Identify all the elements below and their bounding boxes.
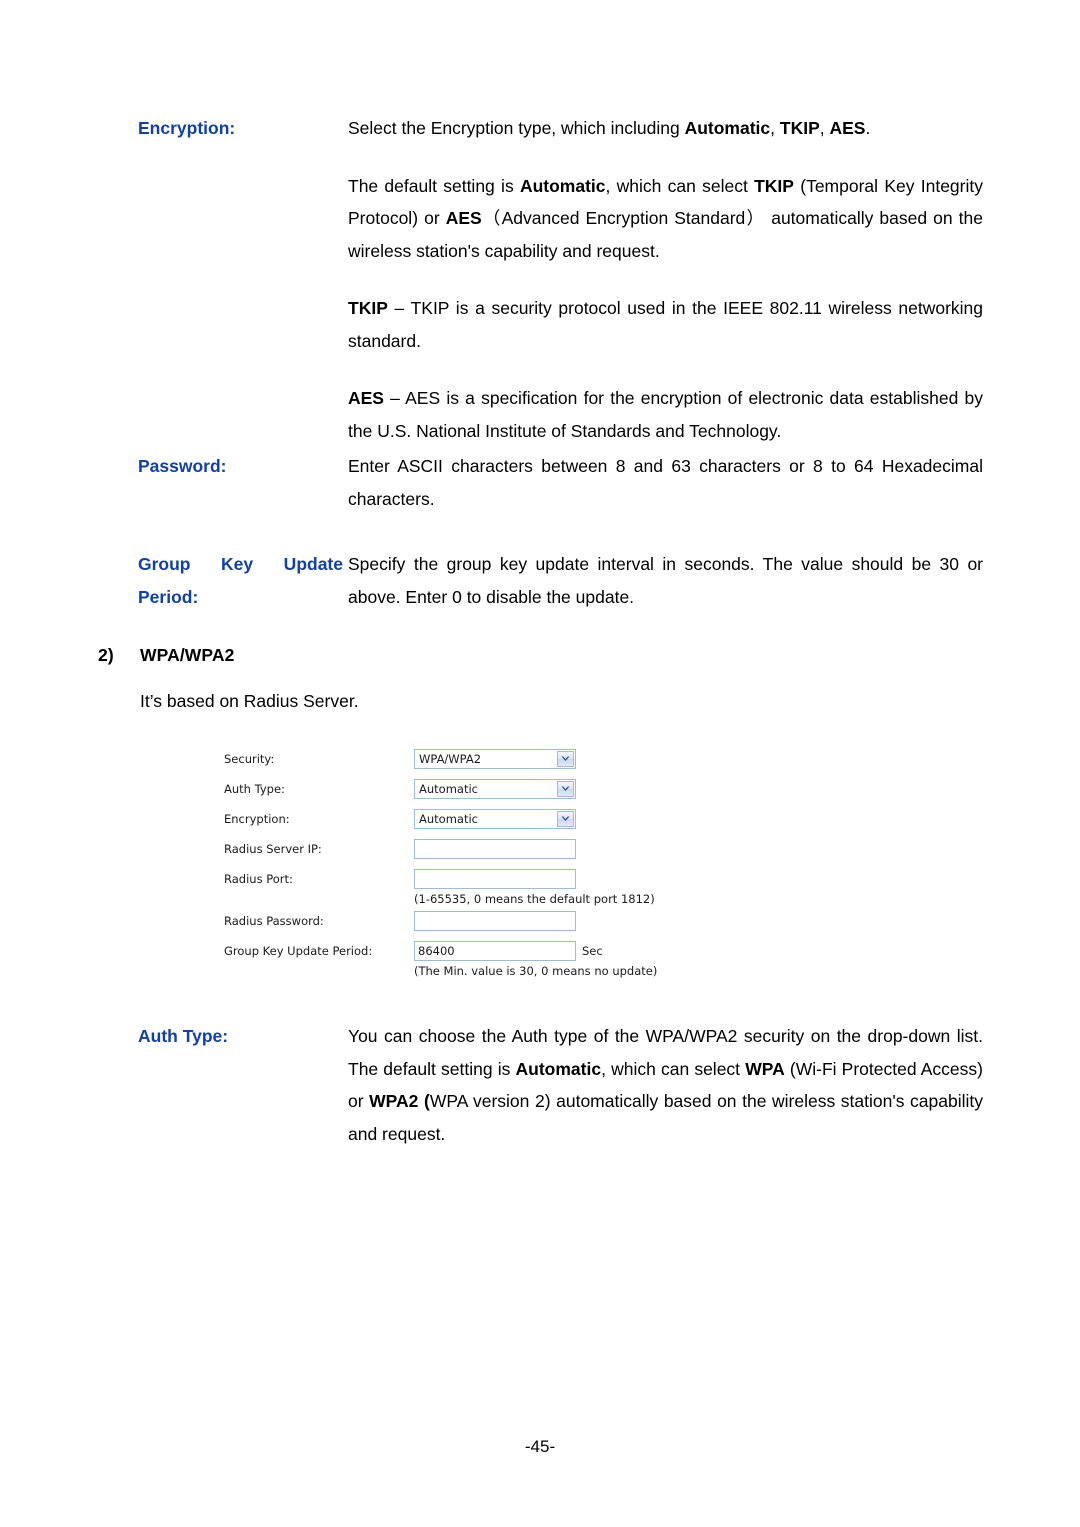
form-label-group-key-update-period: Group Key Update Period: xyxy=(224,944,373,958)
security-dropdown-value: WPA/WPA2 xyxy=(419,752,482,766)
radius-port-wrap xyxy=(414,869,576,889)
definition-body-auth-type: You can choose the Auth type of the WPA/… xyxy=(348,1020,983,1150)
radius-password-input[interactable] xyxy=(414,911,576,931)
radius-server-ip-wrap xyxy=(414,839,576,859)
radius-password-wrap xyxy=(414,911,576,931)
auth-type-dropdown-wrap: Automatic xyxy=(414,779,576,799)
section-heading-index: 2) xyxy=(98,645,114,665)
router-security-settings-screenshot: Security: WPA/WPA2 Auth Type: Automatic xyxy=(172,738,717,980)
definition-label-line-1: Group Key Update xyxy=(138,554,343,574)
form-row-group-key-update-period: Group Key Update Period: 86400 Sec xyxy=(172,940,717,962)
paragraph: Specify the group key update interval in… xyxy=(348,554,983,607)
page-number: -45- xyxy=(524,1437,556,1456)
hint-radius-port: (1-65535, 0 means the default port 1812) xyxy=(414,892,655,906)
form-label-encryption: Encryption: xyxy=(224,812,290,826)
definition-body-password: Enter ASCII characters between 8 and 63 … xyxy=(348,450,983,515)
form-label-auth-type: Auth Type: xyxy=(224,782,285,796)
group-key-update-period-input[interactable]: 86400 xyxy=(414,941,576,961)
group-key-update-period-value: 86400 xyxy=(418,944,455,958)
document-page: Encryption: Select the Encryption type, … xyxy=(0,0,1080,1527)
chevron-down-icon[interactable] xyxy=(557,751,574,767)
hint-group-key-update-period: (The Min. value is 30, 0 means no update… xyxy=(414,964,658,978)
form-label-security: Security: xyxy=(224,752,275,766)
form-row-encryption: Encryption: Automatic xyxy=(172,808,717,830)
paragraph: TKIP – TKIP is a security protocol used … xyxy=(348,298,983,351)
chevron-down-icon[interactable] xyxy=(557,811,574,827)
paragraph: AES – AES is a specification for the enc… xyxy=(348,388,983,441)
section-heading-wpa-wpa2: 2) WPA/WPA2 xyxy=(98,639,234,672)
paragraph: Select the Encryption type, which includ… xyxy=(348,118,871,138)
definition-row-password: Password: Enter ASCII characters between… xyxy=(138,450,983,515)
definition-row-auth-type: Auth Type: You can choose the Auth type … xyxy=(138,1020,983,1150)
auth-type-dropdown[interactable]: Automatic xyxy=(414,779,576,799)
paragraph: The default setting is Automatic, which … xyxy=(348,175,983,261)
definition-body-encryption: Select the Encryption type, which includ… xyxy=(348,112,983,447)
intro-paragraph: It’s based on Radius Server. xyxy=(140,691,359,711)
group-key-update-period-unit: Sec xyxy=(582,944,603,958)
encryption-dropdown[interactable]: Automatic xyxy=(414,809,576,829)
form-row-radius-password: Radius Password: xyxy=(172,910,717,932)
form-row-radius-server-ip: Radius Server IP: xyxy=(172,838,717,860)
definition-body-group-key-update-period: Specify the group key update interval in… xyxy=(348,548,983,613)
definition-label-group-key-update-period: Group Key Update Period: xyxy=(138,548,343,613)
form-label-radius-password: Radius Password: xyxy=(224,914,324,928)
section-heading-title: WPA/WPA2 xyxy=(140,645,235,665)
definition-label-encryption: Encryption: xyxy=(138,118,236,138)
radius-port-input[interactable] xyxy=(414,869,576,889)
security-dropdown[interactable]: WPA/WPA2 xyxy=(414,749,576,769)
chevron-down-icon[interactable] xyxy=(557,781,574,797)
form-row-auth-type: Auth Type: Automatic xyxy=(172,778,717,800)
form-label-radius-server-ip: Radius Server IP: xyxy=(224,842,322,856)
form-row-radius-port: Radius Port: xyxy=(172,868,717,890)
paragraph: Enter ASCII characters between 8 and 63 … xyxy=(348,456,983,509)
security-dropdown-wrap: WPA/WPA2 xyxy=(414,749,576,769)
paragraph: You can choose the Auth type of the WPA/… xyxy=(348,1026,983,1144)
definition-row-encryption: Encryption: Select the Encryption type, … xyxy=(138,112,983,447)
encryption-dropdown-wrap: Automatic xyxy=(414,809,576,829)
group-key-update-period-wrap: 86400 xyxy=(414,941,576,961)
form-row-security: Security: WPA/WPA2 xyxy=(172,748,717,770)
auth-type-dropdown-value: Automatic xyxy=(419,782,478,796)
radius-server-ip-input[interactable] xyxy=(414,839,576,859)
form-label-radius-port: Radius Port: xyxy=(224,872,293,886)
definition-label-line-2: Period: xyxy=(138,586,199,607)
definition-label-auth-type: Auth Type: xyxy=(138,1026,229,1046)
encryption-dropdown-value: Automatic xyxy=(419,812,478,826)
definition-label-password: Password: xyxy=(138,456,227,476)
definition-row-group-key-update-period: Group Key Update Period: Specify the gro… xyxy=(138,548,983,613)
